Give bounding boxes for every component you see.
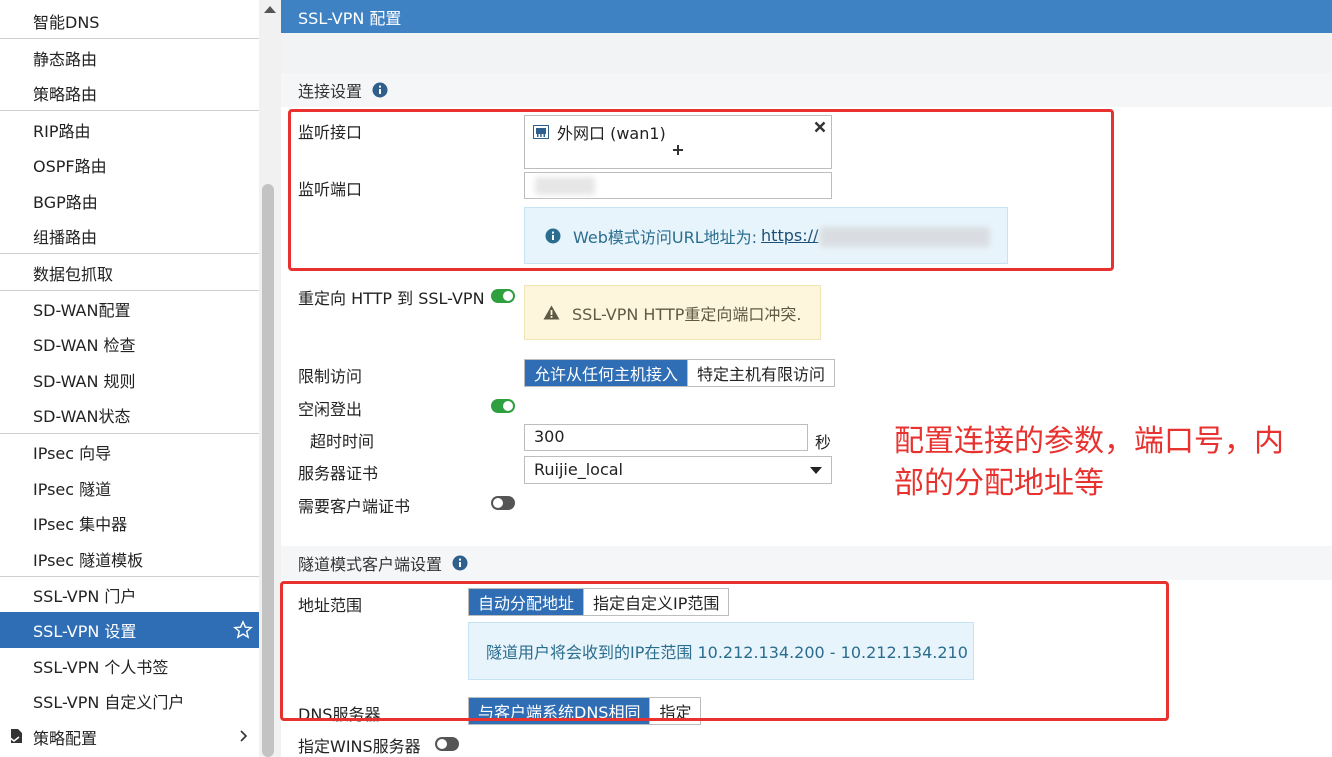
sidebar-item-label: SSL-VPN 自定义门户 [33,693,185,712]
sidebar-item-label: SSL-VPN 个人书签 [33,658,169,677]
sidebar-item-sdwan-config[interactable]: SD-WAN配置 [0,291,259,327]
page-header: SSL-VPN 配置 [281,0,1332,33]
server-cert-value: Ruijie_local [534,460,623,479]
sidebar-item-sslvpn-custom-portal[interactable]: SSL-VPN 自定义门户 [0,683,259,719]
sidebar-item-ipsec-template[interactable]: IPsec 隧道模板 [0,541,259,577]
main-panel: SSL-VPN 配置 连接设置 监听接口 外网口 (wan1) 监听端口 Web… [280,0,1332,757]
chevron-down-icon [810,467,822,474]
sidebar-item-ipsec-concentrator[interactable]: IPsec 集中器 [0,505,259,541]
sidebar-item-label: SSL-VPN 设置 [33,622,137,641]
sidebar-item-label: RIP路由 [33,122,91,141]
section-tunnel-client-settings: 隧道模式客户端设置 [281,546,1332,580]
sidebar-item-label: 智能DNS [33,13,100,32]
redirect-http-label: 重定向 HTTP 到 SSL-VPN [298,289,485,308]
sidebar-divider [0,253,259,254]
server-cert-select[interactable]: Ruijie_local [524,456,832,484]
timeout-input[interactable]: 300 [524,424,808,451]
info-icon[interactable] [372,82,388,98]
sidebar-item-sdwan-status[interactable]: SD-WAN状态 [0,397,259,433]
sidebar-divider [0,38,259,39]
sidebar-item-label: SD-WAN配置 [33,301,131,320]
page-title: SSL-VPN 配置 [298,8,402,28]
section-title: 隧道模式客户端设置 [298,555,443,574]
sidebar-item-label: 静态路由 [33,50,98,69]
warning-icon [543,305,560,320]
sidebar-item-label: IPsec 向导 [33,444,112,463]
sidebar-item-label: SD-WAN 规则 [33,372,136,391]
scrollbar-thumb[interactable] [262,184,274,757]
sidebar-divider [0,110,259,111]
sidebar-item-label: 数据包抓取 [33,265,114,284]
sidebar-item-policy-config[interactable]: 策略配置 [0,719,259,755]
header-spacer [281,33,1332,73]
sidebar-item-sslvpn-settings[interactable]: SSL-VPN 设置 [0,612,259,648]
sidebar-item-multicast[interactable]: 组播路由 [0,218,259,254]
idle-logout-label: 空闲登出 [298,400,363,419]
timeout-value: 300 [534,427,565,446]
client-cert-label: 需要客户端证书 [298,497,411,516]
redirect-warning-box: SSL-VPN HTTP重定向端口冲突. [524,285,821,340]
sidebar-item-static-route[interactable]: 静态路由 [0,40,259,76]
sidebar-item-ospf[interactable]: OSPF路由 [0,147,259,183]
chevron-right-icon [240,730,248,742]
annotation-text-line1: 配置连接的参数，端口号，内 [894,424,1284,459]
highlight-box-connection [288,109,1114,271]
highlight-box-tunnel [280,581,1169,721]
timeout-label: 超时时间 [310,432,375,451]
restrict-option-any-host[interactable]: 允许从任何主机接入 [525,360,688,386]
sidebar-item-sslvpn-bookmarks[interactable]: SSL-VPN 个人书签 [0,648,259,684]
section-title: 连接设置 [298,82,363,101]
sidebar-item-ipsec-wizard[interactable]: IPsec 向导 [0,434,259,470]
idle-logout-toggle[interactable] [491,399,515,413]
star-icon[interactable] [233,620,253,640]
restrict-access-label: 限制访问 [298,367,363,386]
sidebar-item-smart-dns[interactable]: 智能DNS [0,3,259,39]
sidebar-item-label: SSL-VPN 门户 [33,587,137,606]
sidebar-item-packet-capture[interactable]: 数据包抓取 [0,255,259,291]
scroll-up-arrow-icon[interactable] [264,5,276,13]
server-cert-label: 服务器证书 [298,464,379,483]
sidebar-item-sslvpn-portal[interactable]: SSL-VPN 门户 [0,577,259,613]
sidebar-item-label: SD-WAN状态 [33,407,131,426]
sidebar-item-sdwan-rules[interactable]: SD-WAN 规则 [0,362,259,398]
sidebar-item-label: SD-WAN 检查 [33,336,136,355]
sidebar-item-policy-route[interactable]: 策略路由 [0,75,259,111]
sidebar-item-ipsec-tunnel[interactable]: IPsec 隧道 [0,470,259,506]
document-icon [8,729,22,743]
sidebar-item-sdwan-check[interactable]: SD-WAN 检查 [0,326,259,362]
sidebar-item-label: BGP路由 [33,193,98,212]
restrict-access-selector: 允许从任何主机接入 特定主机有限访问 [524,359,836,387]
sidebar-item-rip[interactable]: RIP路由 [0,112,259,148]
sidebar-item-bgp[interactable]: BGP路由 [0,183,259,219]
sidebar-item-label: OSPF路由 [33,157,107,176]
sidebar-item-label: IPsec 隧道模板 [33,551,144,570]
restrict-option-limited-hosts[interactable]: 特定主机有限访问 [687,360,834,386]
timeout-unit: 秒 [815,433,832,452]
info-icon[interactable] [452,555,468,571]
sidebar-nav: 智能DNS 静态路由 策略路由 RIP路由 OSPF路由 BGP路由 组播路由 … [0,0,259,757]
sidebar-item-label: 策略配置 [33,729,98,748]
app-root: 智能DNS 静态路由 策略路由 RIP路由 OSPF路由 BGP路由 组播路由 … [0,0,1332,757]
wins-server-label: 指定WINS服务器 [298,737,421,756]
sidebar-item-label: 策略路由 [33,85,98,104]
redirect-warning-text: SSL-VPN HTTP重定向端口冲突. [572,304,802,324]
client-cert-toggle[interactable] [491,496,515,510]
sidebar-scrollbar[interactable] [259,0,281,757]
annotation-text-line2: 部的分配地址等 [894,466,1104,501]
sidebar-item-label: 组播路由 [33,228,98,247]
sidebar-item-label: IPsec 集中器 [33,515,128,534]
wins-server-toggle[interactable] [435,737,459,751]
redirect-http-toggle[interactable] [491,289,515,303]
section-connection-settings: 连接设置 [281,73,1332,107]
sidebar-item-label: IPsec 隧道 [33,480,112,499]
